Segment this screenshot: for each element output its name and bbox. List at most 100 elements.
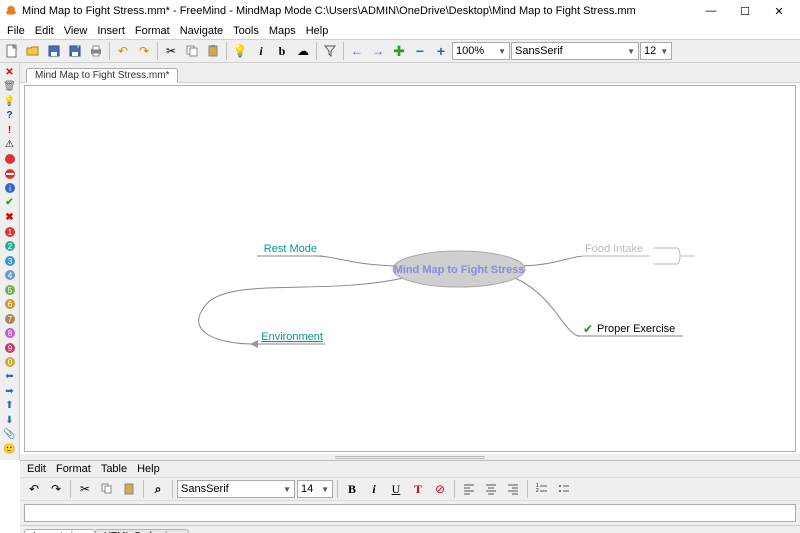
paste-button[interactable]: [203, 41, 223, 61]
editor-redo-button[interactable]: ↷: [46, 479, 66, 499]
editor-font-name-combo[interactable]: SansSerif▼: [177, 480, 295, 498]
smiley-icon[interactable]: 🙂: [2, 442, 18, 457]
italic-button[interactable]: i: [251, 41, 271, 61]
svg-text:4: 4: [7, 271, 12, 280]
editor-menu-format[interactable]: Format: [51, 463, 96, 475]
menu-help[interactable]: Help: [301, 25, 334, 37]
menu-insert[interactable]: Insert: [92, 25, 130, 37]
redo-button[interactable]: ↷: [134, 41, 154, 61]
priority-3-icon[interactable]: 3: [2, 254, 18, 269]
save-button[interactable]: [44, 41, 64, 61]
help-icon[interactable]: ?: [2, 109, 18, 124]
nav-back-button[interactable]: ←: [347, 41, 367, 61]
mindmap-canvas[interactable]: Mind Map to Fight Stress Rest Mode Envir…: [24, 85, 796, 452]
editor-font-size-combo[interactable]: 14▼: [297, 480, 333, 498]
node-food-intake[interactable]: Food Intake: [585, 243, 643, 255]
editor-tab-layout[interactable]: Layout view: [24, 529, 95, 533]
nav-forward-button[interactable]: →: [368, 41, 388, 61]
editor-font-color-button[interactable]: T: [408, 479, 428, 499]
no-entry-icon[interactable]: [2, 167, 18, 182]
zoom-in-button[interactable]: +: [431, 41, 451, 61]
priority-1-icon[interactable]: 1: [2, 225, 18, 240]
close-button[interactable]: ✕: [762, 0, 796, 22]
mindmap-svg: Mind Map to Fight Stress Rest Mode Envir…: [25, 86, 795, 446]
print-button[interactable]: [86, 41, 106, 61]
editor-clear-format-button[interactable]: ⊘: [430, 479, 450, 499]
idea-icon[interactable]: 💡: [2, 94, 18, 109]
node-rest-mode[interactable]: Rest Mode: [264, 243, 317, 255]
priority-0-icon[interactable]: 0: [2, 355, 18, 370]
undo-button[interactable]: ↶: [113, 41, 133, 61]
editor-align-right-button[interactable]: [503, 479, 523, 499]
open-button[interactable]: [23, 41, 43, 61]
editor-paste-button[interactable]: [119, 479, 139, 499]
up-icon[interactable]: ⬆: [2, 399, 18, 414]
splitter[interactable]: [20, 454, 800, 460]
editor-menu-help[interactable]: Help: [132, 463, 165, 475]
menu-format[interactable]: Format: [130, 25, 175, 37]
editor-view-tabs: Layout view HTML Code view: [20, 525, 800, 533]
editor-find-button[interactable]: ⌕: [148, 479, 168, 499]
priority-2-icon[interactable]: 2: [2, 239, 18, 254]
editor-list-ordered-button[interactable]: 12: [532, 479, 552, 499]
editor-menu-edit[interactable]: Edit: [22, 463, 51, 475]
priority-4-icon[interactable]: 4: [2, 268, 18, 283]
info-icon[interactable]: i: [2, 181, 18, 196]
editor-align-left-button[interactable]: [459, 479, 479, 499]
editor-align-center-button[interactable]: [481, 479, 501, 499]
menu-view[interactable]: View: [59, 25, 93, 37]
save-as-button[interactable]: *: [65, 41, 85, 61]
editor-underline-button[interactable]: U: [386, 479, 406, 499]
priority-7-icon[interactable]: 7: [2, 312, 18, 327]
node-proper-exercise[interactable]: Proper Exercise: [597, 323, 675, 335]
font-size-combo[interactable]: 12▼: [640, 42, 672, 60]
priority-8-icon[interactable]: 8: [2, 326, 18, 341]
copy-button[interactable]: [182, 41, 202, 61]
forward-icon[interactable]: ➡: [2, 384, 18, 399]
stop-icon[interactable]: [2, 152, 18, 167]
warning-icon[interactable]: ⚠: [2, 138, 18, 153]
filter-button[interactable]: [320, 41, 340, 61]
zoom-out-button[interactable]: −: [410, 41, 430, 61]
menu-file[interactable]: File: [2, 25, 30, 37]
menu-edit[interactable]: Edit: [30, 25, 59, 37]
new-child-button[interactable]: 💡: [230, 41, 250, 61]
priority-5-icon[interactable]: 5: [2, 283, 18, 298]
editor-list-unordered-button[interactable]: [554, 479, 574, 499]
maximize-button[interactable]: ☐: [728, 0, 762, 22]
window-title: Mind Map to Fight Stress.mm* - FreeMind …: [22, 5, 694, 17]
menu-tools[interactable]: Tools: [228, 25, 264, 37]
node-environment[interactable]: Environment: [261, 331, 323, 343]
trash-icon[interactable]: 🗑: [2, 80, 18, 95]
editor-cut-button[interactable]: ✂: [75, 479, 95, 499]
zoom-combo[interactable]: 100%▼: [452, 42, 510, 60]
editor-undo-button[interactable]: ↶: [24, 479, 44, 499]
editor-copy-button[interactable]: [97, 479, 117, 499]
menu-navigate[interactable]: Navigate: [175, 25, 228, 37]
not-ok-icon[interactable]: ✖: [2, 210, 18, 225]
priority-9-icon[interactable]: 9: [2, 341, 18, 356]
editor-italic-button[interactable]: i: [364, 479, 384, 499]
document-tab[interactable]: Mind Map to Fight Stress.mm*: [26, 68, 178, 83]
down-icon[interactable]: ⬇: [2, 413, 18, 428]
editor-tab-html[interactable]: HTML Code view: [95, 529, 189, 533]
bold-button[interactable]: b: [272, 41, 292, 61]
cloud-button[interactable]: ☁: [293, 41, 313, 61]
minimize-button[interactable]: —: [694, 0, 728, 22]
svg-text:0: 0: [7, 358, 12, 367]
back-icon[interactable]: ⬅: [2, 370, 18, 385]
editor-text-input[interactable]: [24, 504, 796, 522]
remove-icon[interactable]: ✕: [2, 65, 18, 80]
editor-menu-table[interactable]: Table: [96, 463, 132, 475]
important-icon[interactable]: !: [2, 123, 18, 138]
zoom-value: 100%: [456, 45, 484, 57]
cut-button[interactable]: ✂: [161, 41, 181, 61]
editor-bold-button[interactable]: B: [342, 479, 362, 499]
menu-maps[interactable]: Maps: [264, 25, 301, 37]
priority-6-icon[interactable]: 6: [2, 297, 18, 312]
nav-home-button[interactable]: ✚: [389, 41, 409, 61]
font-name-combo[interactable]: SansSerif▼: [511, 42, 639, 60]
new-button[interactable]: [2, 41, 22, 61]
attach-icon[interactable]: 📎: [2, 428, 18, 443]
ok-icon[interactable]: ✔: [2, 196, 18, 211]
